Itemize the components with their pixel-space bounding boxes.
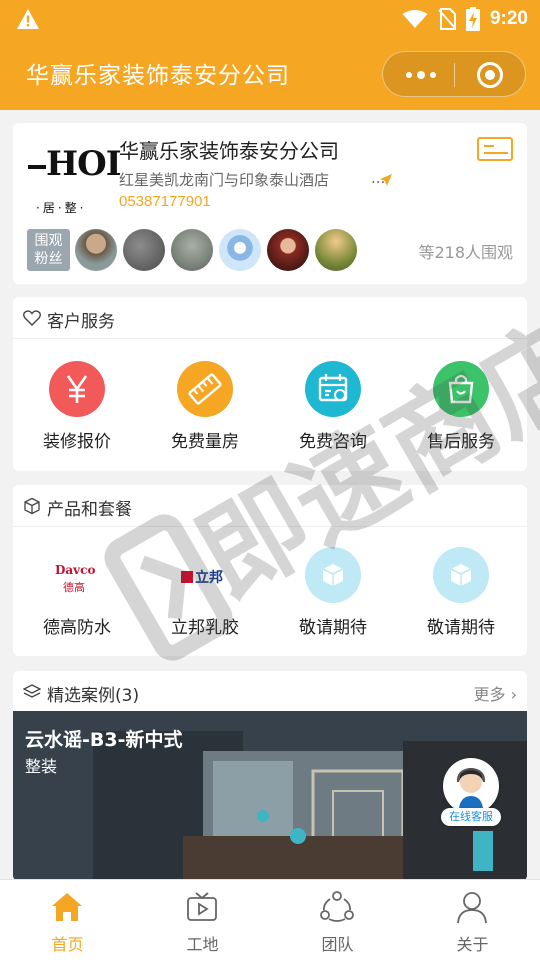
status-bar: 9:20: [0, 0, 540, 38]
battery-charging-icon: [465, 7, 480, 31]
mini-program-capsule[interactable]: [382, 51, 526, 97]
company-card: HOI ·居·整· 华赢乐家装饰泰安分公司 红星美凯龙南门与印象泰山酒店 ...…: [13, 123, 527, 284]
fans-badge: 围观 粉丝: [27, 229, 70, 271]
tab-home[interactable]: 首页: [0, 880, 135, 960]
company-phone[interactable]: 05387177901: [119, 193, 211, 210]
avatar[interactable]: [219, 229, 261, 271]
section-title: 客户服务: [47, 312, 115, 332]
home-icon: [52, 893, 82, 921]
product-item-coming-soon[interactable]: 敬请期待: [397, 535, 525, 645]
customer-service-card: 客户服务 装修报价 免费量房 免费咨询 售后服务: [13, 297, 527, 471]
bottom-tab-bar: 首页 工地 团队 关于: [0, 879, 540, 960]
davco-logo: Davco 德高: [49, 549, 105, 605]
status-time: 9:20: [489, 8, 528, 29]
service-item-measure[interactable]: 免费量房: [141, 349, 269, 459]
section-title: 精选案例(3): [47, 686, 140, 706]
section-header: 产品和套餐: [13, 485, 527, 527]
layers-icon: [23, 684, 41, 698]
avatar[interactable]: [315, 229, 357, 271]
chevron-right-icon: ›: [510, 685, 517, 704]
tab-label: 关于: [456, 935, 489, 954]
products-card: 产品和套餐 Davco 德高 德高防水 立邦 立邦乳胶 敬请期待 敬请期待: [13, 485, 527, 656]
more-label: 更多: [473, 685, 506, 704]
davco-logo-cn: 德高: [63, 581, 85, 594]
tab-team[interactable]: 团队: [270, 880, 405, 960]
case-subtitle: 整装: [25, 757, 58, 776]
case-title: 云水谣-B3-新中式: [25, 729, 183, 751]
product-label: 德高防水: [43, 618, 111, 638]
product-label: 敬请期待: [427, 618, 495, 638]
warning-icon: [17, 9, 39, 29]
product-label: 敬请期待: [299, 618, 367, 638]
heart-icon: [23, 310, 41, 326]
business-card-icon[interactable]: [477, 137, 513, 161]
more-icon[interactable]: [401, 63, 441, 87]
product-item-davco[interactable]: Davco 德高 德高防水: [13, 535, 141, 645]
company-logo: HOI ·居·整·: [26, 139, 122, 219]
service-label: 免费量房: [171, 432, 239, 452]
service-item-consult[interactable]: 免费咨询: [269, 349, 397, 459]
capsule-divider: [454, 63, 455, 87]
nippon-logo: 立邦: [177, 549, 233, 605]
avatar[interactable]: [267, 229, 309, 271]
page-title: 华赢乐家装饰泰安分公司: [26, 63, 290, 89]
product-item-coming-soon[interactable]: 敬请期待: [269, 535, 397, 645]
product-item-nippon[interactable]: 立邦 立邦乳胶: [141, 535, 269, 645]
service-label: 售后服务: [427, 432, 495, 452]
service-label: 装修报价: [43, 432, 111, 452]
navigation-arrow-icon[interactable]: [379, 173, 393, 187]
person-icon: [457, 892, 487, 924]
service-label: 免费咨询: [299, 432, 367, 452]
fans-badge-text: 围观 粉丝: [34, 233, 63, 267]
section-title: 产品和套餐: [47, 500, 132, 520]
ruler-icon: [177, 361, 233, 417]
wifi-icon: [402, 10, 428, 28]
davco-logo-text: Davco: [55, 563, 96, 577]
cube-outline-icon: [24, 497, 40, 515]
online-service-label: 在线客服: [441, 808, 501, 826]
bag-icon: [433, 361, 489, 417]
avatar[interactable]: [75, 229, 117, 271]
company-address[interactable]: 红星美凯龙南门与印象泰山酒店: [119, 169, 371, 190]
yen-icon: [49, 361, 105, 417]
close-miniprogram-icon[interactable]: [477, 62, 503, 88]
customer-service-avatar-icon: [443, 758, 499, 814]
logo-subtext: ·居·整·: [36, 201, 87, 215]
no-sim-icon: [438, 8, 456, 30]
tab-about[interactable]: 关于: [405, 880, 540, 960]
avatar-list[interactable]: [75, 229, 357, 271]
more-link[interactable]: 更多 ›: [473, 681, 517, 705]
tv-icon: [187, 892, 217, 921]
tab-site[interactable]: 工地: [135, 880, 270, 960]
cube-icon: [433, 547, 489, 603]
tab-label: 团队: [321, 935, 354, 954]
watchers-count: 等218人围观: [418, 243, 513, 262]
tab-label: 工地: [186, 935, 219, 954]
team-icon: [320, 891, 354, 922]
online-service-button[interactable]: 在线客服: [441, 758, 501, 828]
cube-icon: [305, 547, 361, 603]
avatar[interactable]: [123, 229, 165, 271]
service-item-aftersale[interactable]: 售后服务: [397, 349, 525, 459]
tab-label: 首页: [51, 935, 84, 954]
avatar[interactable]: [171, 229, 213, 271]
company-name: 华赢乐家装饰泰安分公司: [119, 139, 339, 163]
section-header: 精选案例(3) 更多 ›: [13, 671, 527, 711]
calendar-icon: [305, 361, 361, 417]
product-label: 立邦乳胶: [171, 618, 239, 638]
service-item-quote[interactable]: 装修报价: [13, 349, 141, 459]
nippon-logo-text: 立邦: [195, 570, 223, 586]
section-header: 客户服务: [13, 297, 527, 339]
top-bar: 9:20 华赢乐家装饰泰安分公司: [0, 0, 540, 110]
